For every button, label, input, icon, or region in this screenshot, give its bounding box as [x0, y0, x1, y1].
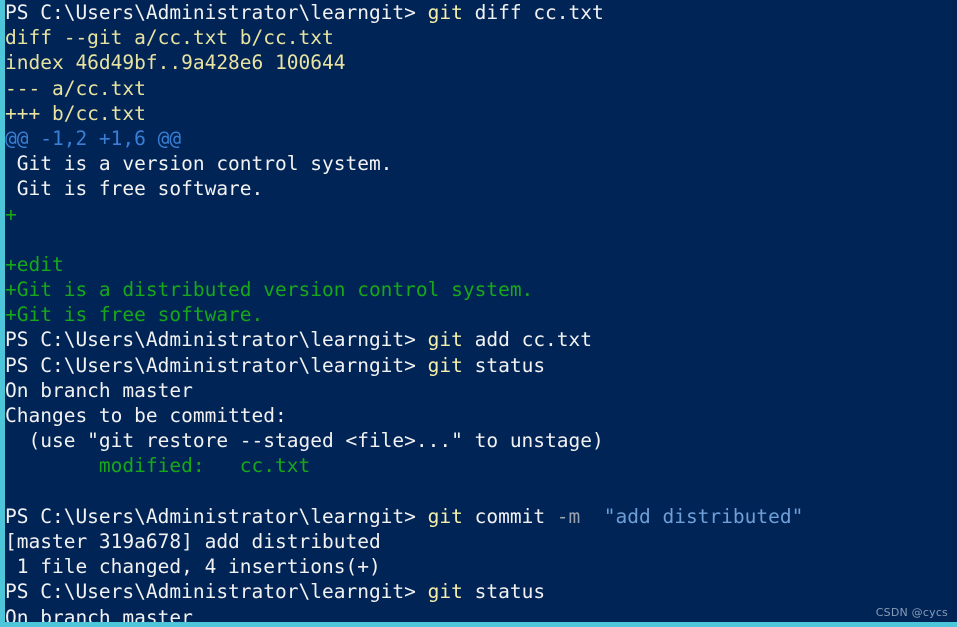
diff-index-line-seg-0: index 46d49bf..9a428e6 100644: [5, 51, 346, 75]
diff-new-file-line-seg-0: +++ b/cc.txt: [5, 101, 146, 125]
prompt-line-git-commit-seg-4: "add distributed": [580, 504, 804, 528]
commit-stat-line: 1 file changed, 4 insertions(+): [5, 554, 957, 579]
prompt-line-git-status-1-seg-0: PS C:\Users\Administrator\learngit>: [5, 353, 428, 377]
diff-hunk-header: @@ -1,2 +1,6 @@: [5, 126, 957, 151]
prompt-line-git-commit-seg-3: -m: [556, 504, 581, 528]
prompt-line-git-commit-seg-1: git: [427, 504, 463, 528]
diff-added-line-2: +edit: [5, 252, 957, 277]
diff-header-git-seg-0: diff --git a/cc.txt b/cc.txt: [5, 26, 334, 50]
status-changes-heading-seg-0: Changes to be committed:: [5, 404, 287, 427]
status-modified-entry-seg-0: modified: cc.txt: [5, 454, 311, 478]
prompt-line-git-status-1-seg-1: git: [427, 353, 463, 377]
diff-hunk-header-seg-0: @@ -1,2 +1,6 @@: [5, 126, 182, 150]
prompt-line-git-commit: PS C:\Users\Administrator\learngit> git …: [5, 504, 957, 529]
diff-new-file-line: +++ b/cc.txt: [5, 101, 957, 126]
status-branch-line-1: On branch master: [5, 378, 957, 403]
diff-context-line-2-seg-0: Git is free software.: [5, 177, 264, 201]
diff-added-line-blank: [5, 227, 957, 252]
prompt-line-git-add-seg-2: add cc.txt: [462, 328, 593, 352]
diff-added-line-2-seg-0: +edit: [5, 252, 64, 276]
diff-context-line-1-seg-0: Git is a version control system.: [5, 152, 393, 176]
status-branch-line-1-seg-0: On branch master: [5, 378, 193, 402]
diff-header-git: diff --git a/cc.txt b/cc.txt: [5, 25, 957, 50]
prompt-line-git-add: PS C:\Users\Administrator\learngit> git …: [5, 327, 957, 352]
commit-result-line-seg-0: [master 319a678] add distributed: [5, 529, 381, 553]
diff-context-line-1: Git is a version control system.: [5, 151, 957, 176]
commit-stat-line-seg-0: 1 file changed, 4 insertions(+): [5, 555, 381, 579]
status-unstage-hint-seg-0: (use "git restore --staged <file>..." to…: [5, 429, 604, 453]
prompt-line-git-diff-seg-0: PS C:\Users\Administrator\learngit>: [5, 1, 428, 24]
prompt-line-git-status-1-seg-2: status: [462, 353, 546, 377]
diff-old-file-line: --- a/cc.txt: [5, 76, 957, 101]
prompt-line-git-diff-seg-1: git: [427, 1, 463, 24]
prompt-line-git-commit-seg-0: PS C:\Users\Administrator\learngit>: [5, 504, 428, 528]
powershell-terminal-window[interactable]: PS C:\Users\Administrator\learngit> git …: [0, 0, 957, 627]
prompt-line-git-status-2: PS C:\Users\Administrator\learngit> git …: [5, 579, 957, 604]
prompt-line-git-add-seg-0: PS C:\Users\Administrator\learngit>: [5, 328, 428, 352]
diff-added-line-1-seg-0: +: [5, 202, 17, 226]
prompt-line-git-diff-seg-2: diff cc.txt: [462, 1, 604, 24]
prompt-line-git-status-2-seg-1: git: [427, 580, 463, 604]
status-changes-heading: Changes to be committed:: [5, 403, 957, 428]
diff-context-line-2: Git is free software.: [5, 176, 957, 201]
commit-result-line: [master 319a678] add distributed: [5, 529, 957, 554]
diff-old-file-line-seg-0: --- a/cc.txt: [5, 76, 146, 100]
terminal-left-edge-accent: [0, 0, 5, 627]
diff-added-line-3: +Git is a distributed version control sy…: [5, 277, 957, 302]
diff-index-line: index 46d49bf..9a428e6 100644: [5, 50, 957, 75]
prompt-line-git-commit-seg-2: commit: [462, 504, 557, 528]
prompt-line-git-add-seg-1: git: [427, 328, 463, 352]
prompt-line-git-diff: PS C:\Users\Administrator\learngit> git …: [5, 0, 957, 25]
prompt-line-git-status-1: PS C:\Users\Administrator\learngit> git …: [5, 353, 957, 378]
status-unstage-hint: (use "git restore --staged <file>..." to…: [5, 428, 957, 453]
terminal-console-output[interactable]: PS C:\Users\Administrator\learngit> git …: [5, 0, 957, 627]
diff-added-line-1: +: [5, 202, 957, 227]
csdn-watermark: CSDN @cycs: [875, 606, 948, 619]
prompt-line-git-status-2-seg-2: status: [462, 580, 546, 604]
diff-added-line-3-seg-0: +Git is a distributed version control sy…: [5, 278, 534, 302]
diff-added-line-4-seg-0: +Git is free software.: [5, 303, 264, 327]
diff-added-line-4: +Git is free software.: [5, 302, 957, 327]
status-modified-entry: modified: cc.txt: [5, 453, 957, 478]
prompt-line-git-status-2-seg-0: PS C:\Users\Administrator\learngit>: [5, 580, 428, 604]
terminal-bottom-edge-accent: [0, 622, 957, 627]
